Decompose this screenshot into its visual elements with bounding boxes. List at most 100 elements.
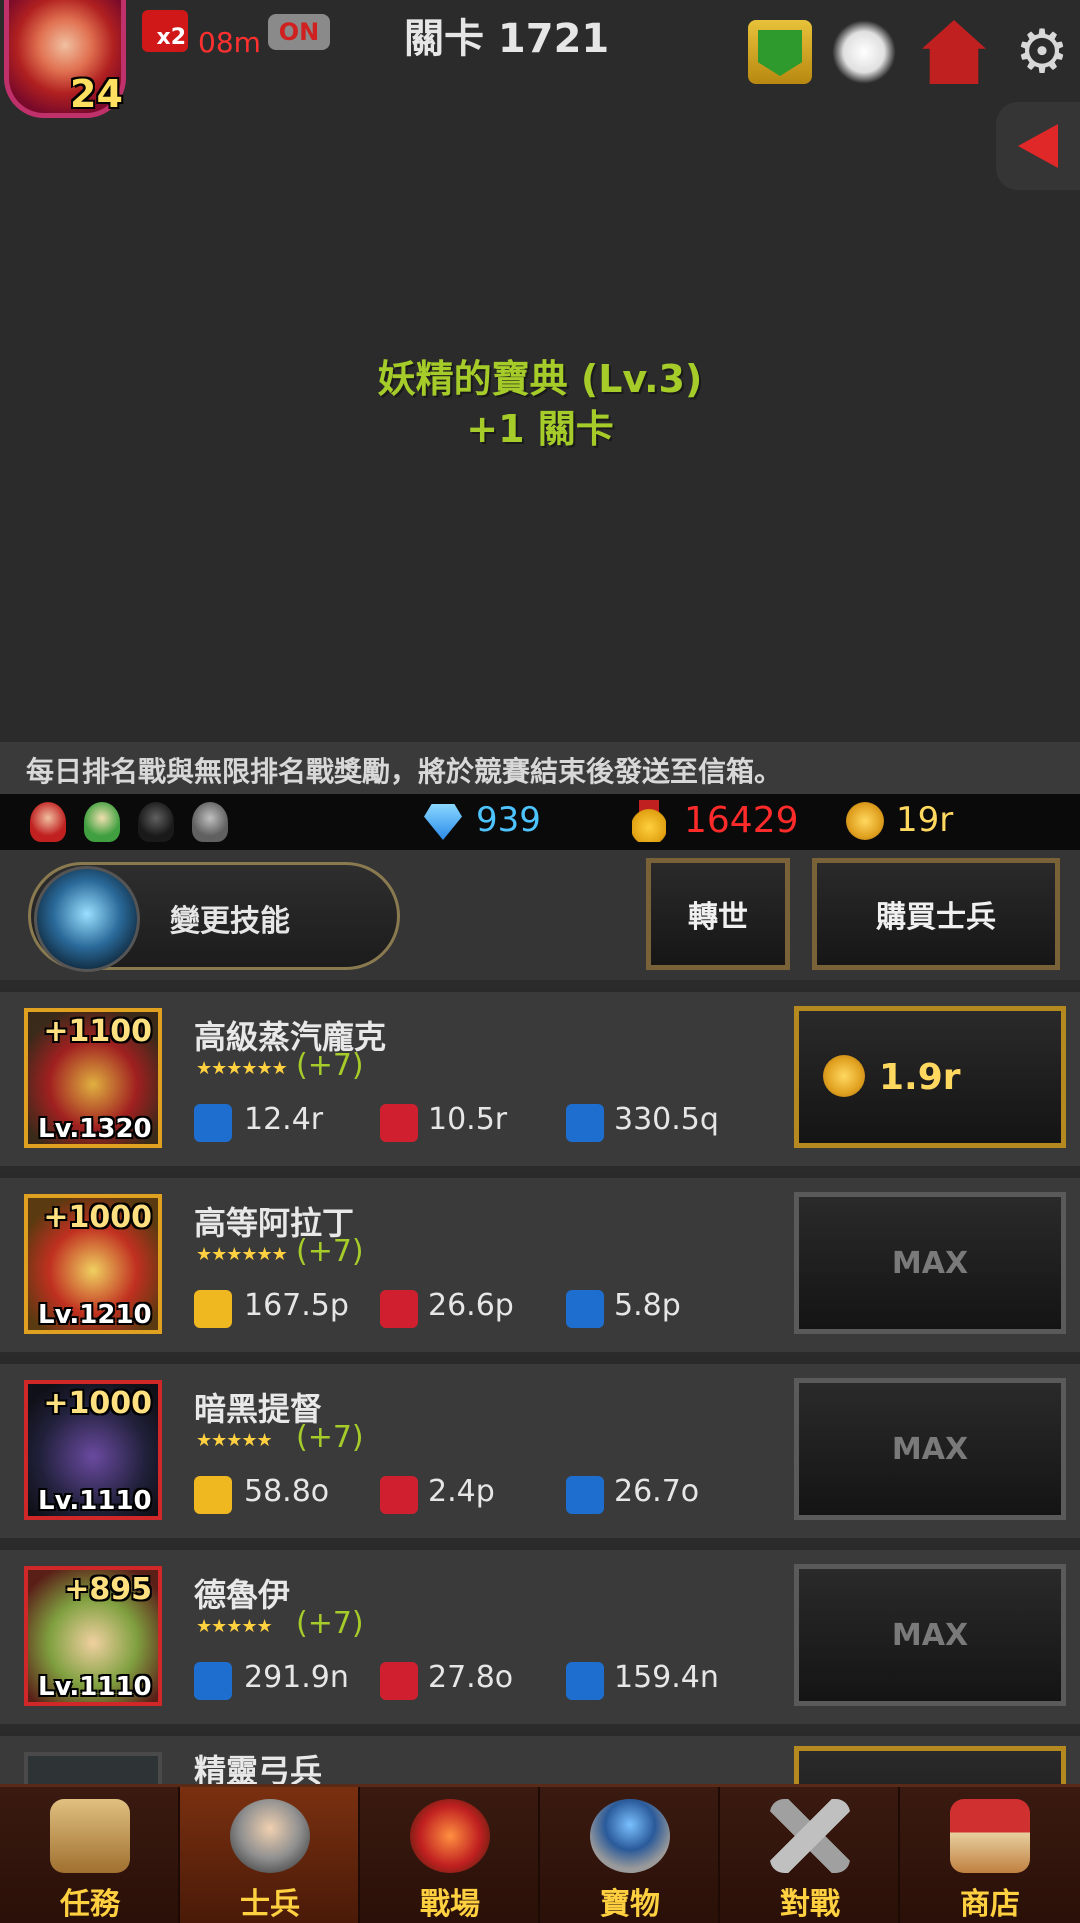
robot-mini-icon[interactable] [192,802,228,842]
soldier-bonus: +1000 [43,1386,152,1421]
stage-label: 關卡 1721 [404,16,610,62]
soldier-row[interactable]: +1100 Lv.1320 高級蒸汽龐克 ★★★★★★ (+7) 12.4r 1… [0,986,1080,1166]
soldier-bonus: +895 [64,1572,152,1607]
nav-label: 商店 [960,1887,1020,1922]
side-panel-toggle-arrow-icon[interactable] [996,102,1080,190]
soldier-upgrade: (+7) [296,1048,364,1083]
mailbox-icon[interactable] [922,20,986,84]
change-skill-label: 變更技能 [170,904,290,939]
attack-value: 291.9n [244,1660,349,1695]
soldier-level: Lv.1210 [38,1300,152,1330]
nav-battle[interactable]: 對戰 [720,1787,900,1923]
top-bar: 24 x2 08m ON 關卡 1721 ⚙ [0,0,1080,118]
upgrade-price: 1.9r [879,1057,961,1098]
notice-banner: 每日排名戰與無限排名戰獎勵，將於競賽結束後發送至信箱。 [0,742,1080,794]
max-level-button[interactable]: MAX [794,1192,1066,1334]
shield-icon [566,1104,604,1142]
shop-icon [950,1799,1030,1873]
upgrade-soldier-button[interactable]: 1.9r [794,1006,1066,1148]
nav-label: 任務 [60,1887,120,1922]
nav-quests[interactable]: 任務 [0,1787,180,1923]
soldier-stars: ★★★★★★ [196,1244,288,1265]
hero-mini-icon[interactable] [30,802,66,842]
nav-label: 對戰 [780,1887,840,1922]
action-row: 變更技能 轉世 購買士兵 [0,850,1080,980]
scroll-icon [50,1799,130,1873]
soldier-portrait[interactable]: +1000 Lv.1110 [24,1380,162,1520]
health-value: 10.5r [428,1102,508,1137]
monster-icon [410,1799,490,1873]
soldier-upgrade: (+7) [296,1606,364,1641]
medal-icon [632,800,666,842]
soldier-bonus: +1100 [43,1014,152,1049]
attack-value: 58.8o [244,1474,330,1509]
attack-value: 12.4r [244,1102,324,1137]
max-label: MAX [891,1431,969,1467]
gold-count: 19r [896,800,954,840]
soldier-level: Lv.1110 [38,1486,152,1516]
resource-bar: 939 16429 19r [0,794,1080,850]
nav-label: 戰場 [420,1887,480,1922]
lightning-skill-icon [34,866,140,972]
soldier-row[interactable]: +1000 Lv.1210 高等阿拉丁 ★★★★★★ (+7) 167.5p 2… [0,1172,1080,1352]
health-value: 26.6p [428,1288,514,1323]
heart-icon [380,1476,418,1514]
sword-attack-icon [194,1290,232,1328]
soldier-name: 德魯伊 [194,1576,291,1614]
nav-shop[interactable]: 商店 [900,1787,1080,1923]
elf-mini-icon[interactable] [84,802,120,842]
speed-multiplier: x2 [156,25,187,50]
soldier-bonus: +1000 [43,1200,152,1235]
max-level-button[interactable]: MAX [794,1564,1066,1706]
nav-battlefield[interactable]: 戰場 [360,1787,540,1923]
soldier-name: 精靈弓兵 [194,1752,323,1784]
auto-toggle[interactable]: ON [268,14,330,50]
soldier-portrait[interactable]: +1000 Lv.1210 [24,1194,162,1334]
dark-knight-mini-icon[interactable] [138,802,174,842]
soldier-row[interactable]: +1000 Lv.1110 暗黑提督 ★★★★★ (+7) 58.8o 2.4p… [0,1358,1080,1538]
heart-icon [380,1662,418,1700]
speed-timer: 08m [198,26,261,59]
rebirth-button[interactable]: 轉世 [646,858,790,970]
guild-banner-icon[interactable] [748,20,812,84]
speed-boost-icon[interactable]: x2 [142,10,188,52]
player-level: 24 [70,72,123,116]
soldier-stars: ★★★★★★ [196,1058,288,1079]
heart-icon [380,1104,418,1142]
soldier-row[interactable]: 精靈弓兵 [0,1730,1080,1784]
sword-attack-icon [194,1476,232,1514]
treasure-orb-icon [590,1799,670,1873]
defense-value: 5.8p [614,1288,681,1323]
magic-attack-icon [194,1662,232,1700]
soldier-portrait[interactable] [24,1752,162,1784]
health-value: 2.4p [428,1474,495,1509]
max-label: MAX [891,1617,969,1653]
bottom-nav: 任務 士兵 戰場 寶物 對戰 商店 [0,1784,1080,1923]
health-value: 27.8o [428,1660,514,1695]
defense-value: 159.4n [614,1660,719,1695]
soldier-stars: ★★★★★ [196,1616,273,1637]
soldier-upgrade: (+7) [296,1234,364,1269]
nav-label: 士兵 [240,1887,300,1922]
buff-message-title: 妖精的寶典 (Lv.3) [377,357,703,401]
shield-icon [566,1290,604,1328]
soldier-portrait[interactable]: +1100 Lv.1320 [24,1008,162,1148]
soldier-level: Lv.1320 [38,1114,152,1144]
max-level-button[interactable]: MAX [794,1378,1066,1520]
buff-message-effect: +1 關卡 [466,407,614,451]
medal-count: 16429 [684,800,799,841]
soldier-upgrade: (+7) [296,1420,364,1455]
nav-soldiers[interactable]: 士兵 [180,1787,360,1923]
max-label: MAX [891,1245,969,1281]
angel-icon[interactable] [832,20,896,84]
gem-count: 939 [476,800,541,840]
upgrade-soldier-button[interactable] [794,1746,1066,1784]
nav-treasures[interactable]: 寶物 [540,1787,720,1923]
buy-soldier-button[interactable]: 購買士兵 [812,858,1060,970]
shield-icon [566,1662,604,1700]
attack-value: 167.5p [244,1288,349,1323]
soldier-portrait[interactable]: +895 Lv.1110 [24,1566,162,1706]
soldier-row[interactable]: +895 Lv.1110 德魯伊 ★★★★★ (+7) 291.9n 27.8o… [0,1544,1080,1724]
settings-gear-icon[interactable]: ⚙ [1010,20,1074,84]
gold-coin-icon [846,802,884,840]
